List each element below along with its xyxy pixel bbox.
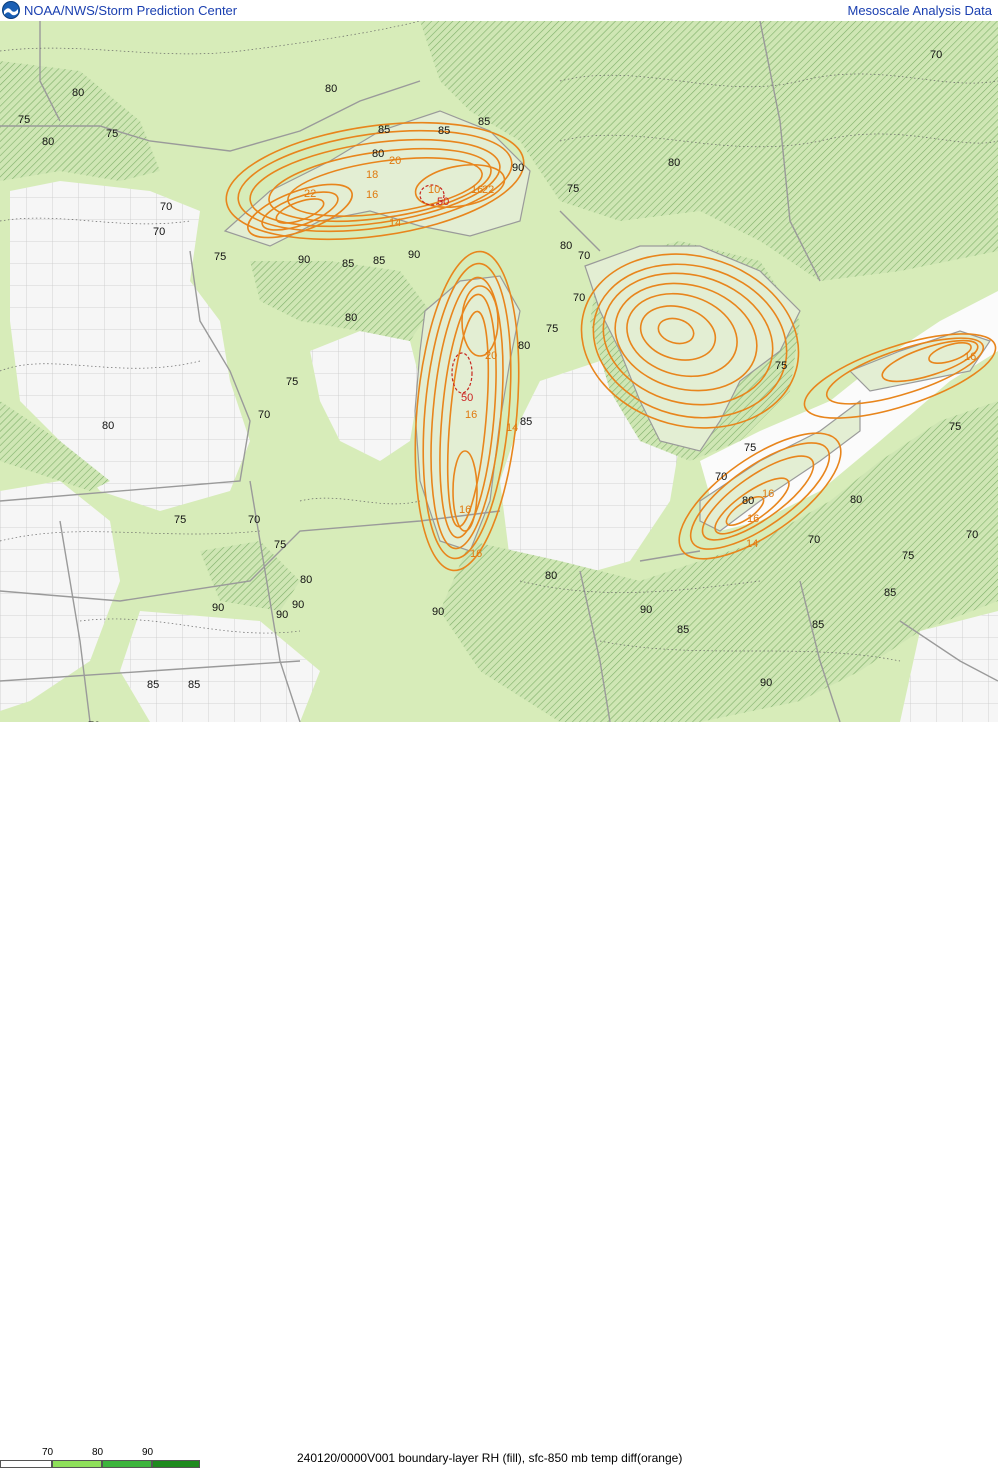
rh-value-label: 85 bbox=[342, 258, 354, 270]
rh-value-label: 80 bbox=[545, 570, 557, 582]
temp-diff-label: 16 bbox=[459, 504, 471, 516]
temp-diff-label: 22 bbox=[482, 184, 494, 196]
rh-value-label: 80 bbox=[560, 240, 572, 252]
rh-value-label: 90 bbox=[276, 609, 288, 621]
rh-value-label: 70 bbox=[153, 226, 165, 238]
rh-value-label: 75 bbox=[214, 251, 226, 263]
rh-value-label: 75 bbox=[18, 114, 30, 126]
rh-value-label: 70 bbox=[808, 534, 820, 546]
rh-value-label: 80 bbox=[102, 420, 114, 432]
rh-value-label: 75 bbox=[949, 421, 961, 433]
rh-value-label: 75 bbox=[744, 442, 756, 454]
rh-value-label: 90 bbox=[292, 599, 304, 611]
rh-value-label: 90 bbox=[512, 162, 524, 174]
rh-value-label: 75 bbox=[567, 183, 579, 195]
rh-value-label: 70 bbox=[160, 201, 172, 213]
rh-value-label: 90 bbox=[640, 604, 652, 616]
rh-value-label: 85 bbox=[884, 587, 896, 599]
legend-tick-80: 80 bbox=[92, 1447, 104, 1458]
rh-value-label: 80 bbox=[345, 312, 357, 324]
temp-diff-label: 16 bbox=[471, 184, 483, 196]
header-product-title: Mesoscale Analysis Data bbox=[847, 3, 992, 18]
rh-value-label: 70 bbox=[930, 49, 942, 61]
rh-value-label: 80 bbox=[742, 495, 754, 507]
rh-value-label: 75 bbox=[546, 323, 558, 335]
legend-swatch-above-90 bbox=[152, 1460, 200, 1468]
header-bar: NOAA/NWS/Storm Prediction Center Mesosca… bbox=[0, 0, 998, 22]
rh-value-label: 85 bbox=[378, 124, 390, 136]
rh-value-label: 80 bbox=[850, 494, 862, 506]
rh-value-label: 85 bbox=[812, 619, 824, 631]
rh-value-label: 85 bbox=[438, 125, 450, 137]
temp-diff-label: 14 bbox=[506, 422, 518, 434]
map-caption: 240120/0000V001 boundary-layer RH (fill)… bbox=[297, 1451, 683, 1465]
rh-value-label: 75 bbox=[902, 550, 914, 562]
temp-diff-label: 16 bbox=[762, 488, 774, 500]
rh-value-label: 85 bbox=[147, 679, 159, 691]
temp-diff-label: 16 bbox=[470, 548, 482, 560]
rh-value-label: 90 bbox=[212, 602, 224, 614]
rh-value-label: 75 bbox=[286, 376, 298, 388]
rh-value-label: 75 bbox=[775, 360, 787, 372]
rh-value-label: 75 bbox=[174, 514, 186, 526]
rh-map: 80 75 80 75 70 70 75 80 85 85 80 80 85 85 75 90 90 85 90 80… bbox=[0, 21, 998, 722]
map-canvas: 80 75 80 75 70 70 75 80 85 85 80 80 85 85 75 90 90 85 90 80… bbox=[0, 21, 998, 722]
rh-value-label: 70 bbox=[258, 409, 270, 421]
rh-value-label: 80 bbox=[42, 136, 54, 148]
temp-diff-label: 16 bbox=[747, 513, 759, 525]
rh-value-label: 85 bbox=[677, 624, 689, 636]
rh-value-label: 90 bbox=[760, 677, 772, 689]
rh-value-label: 80 bbox=[518, 340, 530, 352]
temp-diff-label: 22 bbox=[304, 188, 316, 200]
legend-swatch-80-90 bbox=[102, 1460, 152, 1468]
rh-value-label: 85 bbox=[520, 416, 532, 428]
temp-diff-label: 18 bbox=[366, 169, 378, 181]
rh-value-label: 90 bbox=[298, 254, 310, 266]
rh-value-label: 85 bbox=[478, 116, 490, 128]
rh-value-label: 70 bbox=[715, 471, 727, 483]
temp-diff-label: 14 bbox=[746, 538, 758, 550]
temp-diff-label: 16 bbox=[366, 189, 378, 201]
rh-value-label: 70 bbox=[966, 529, 978, 541]
rh-value-label: 70 bbox=[248, 514, 260, 526]
temp-diff-label: 16 bbox=[465, 409, 477, 421]
rh-value-label: 80 bbox=[372, 148, 384, 160]
red-contour-label: 50 bbox=[437, 196, 449, 208]
temp-diff-label: 20 bbox=[485, 350, 497, 362]
rh-value-label: 80 bbox=[300, 574, 312, 586]
rh-value-label: 90 bbox=[408, 249, 420, 261]
temp-diff-label: 10 bbox=[428, 184, 440, 196]
legend-tick-70: 70 bbox=[42, 1447, 54, 1458]
rh-value-label: 75 bbox=[106, 128, 118, 140]
footer-bar: 70 80 90 240120/0000V001 boundary-layer … bbox=[0, 722, 998, 1468]
legend-swatch-below-70 bbox=[0, 1460, 52, 1468]
noaa-logo-icon bbox=[2, 1, 20, 19]
rh-value-label: 75 bbox=[274, 539, 286, 551]
rh-value-label: 70 bbox=[573, 292, 585, 304]
rh-value-label: 80 bbox=[668, 157, 680, 169]
rh-value-label: 80 bbox=[72, 87, 84, 99]
header-source-title: NOAA/NWS/Storm Prediction Center bbox=[24, 3, 238, 18]
rh-value-label: 85 bbox=[373, 255, 385, 267]
legend-swatch-70-80 bbox=[52, 1460, 102, 1468]
rh-value-label: 80 bbox=[325, 83, 337, 95]
temp-diff-label: 16 bbox=[964, 351, 976, 363]
rh-value-label: 90 bbox=[432, 606, 444, 618]
rh-value-label: 70 bbox=[578, 250, 590, 262]
temp-diff-label: 20 bbox=[389, 155, 401, 167]
legend-tick-90: 90 bbox=[142, 1447, 154, 1458]
red-contour-label: 50 bbox=[461, 392, 473, 404]
temp-diff-label: 14 bbox=[389, 217, 401, 229]
rh-value-label: 85 bbox=[188, 679, 200, 691]
